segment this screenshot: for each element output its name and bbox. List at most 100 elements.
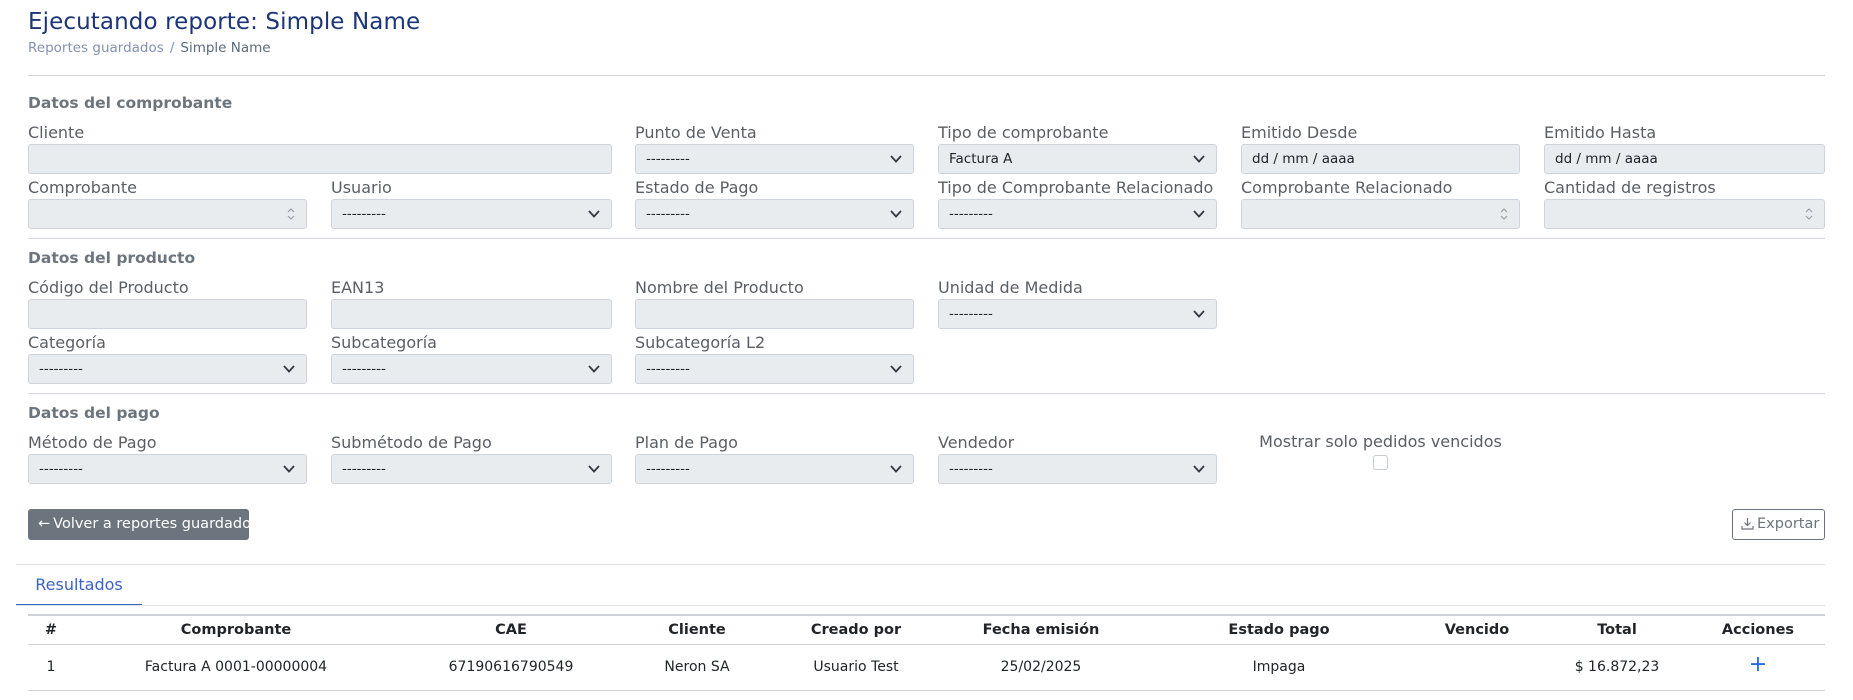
field-subcategoria: Subcategoría --------- (331, 332, 612, 384)
emitido-desde-date-input[interactable]: dd / mm / aaaa (1241, 144, 1520, 174)
field-comprobante: Comprobante (28, 177, 307, 229)
comprobante-number-input[interactable] (28, 199, 307, 229)
codigo-producto-input[interactable] (28, 299, 307, 329)
field-label: Cliente (28, 123, 85, 142)
breadcrumb: Reportes guardados / Simple Name (28, 40, 271, 56)
chevron-down-icon (1193, 210, 1205, 218)
field-label: Estado de Pago (635, 178, 759, 197)
breadcrumb-separator: / (169, 40, 175, 56)
field-usuario: Usuario --------- (331, 177, 612, 229)
exportar-button[interactable]: Exportar (1732, 509, 1825, 540)
field-codigo-producto: Código del Producto (28, 277, 307, 329)
spinner-arrows-icon (1805, 208, 1813, 220)
divider (16, 605, 1825, 606)
page-title: Ejecutando reporte: Simple Name (28, 9, 421, 35)
subcategoria-select[interactable]: --------- (331, 354, 612, 384)
chevron-down-icon (890, 465, 902, 473)
estado-pago-select[interactable]: --------- (635, 199, 914, 229)
field-ean13: EAN13 (331, 277, 612, 329)
field-cantidad-registros: Cantidad de registros (1544, 177, 1825, 229)
field-label: Submétodo de Pago (331, 433, 492, 452)
field-label: Categoría (28, 333, 106, 352)
chevron-down-icon (1193, 155, 1205, 163)
field-estado-pago: Estado de Pago --------- (635, 177, 914, 229)
chevron-down-icon (890, 210, 902, 218)
field-cliente: Cliente (28, 122, 612, 174)
field-subcategoria-l2: Subcategoría L2 --------- (635, 332, 914, 384)
field-label: Tipo de Comprobante Relacionado (938, 178, 1214, 197)
tab-resultados[interactable]: Resultados (16, 565, 142, 606)
field-nombre-producto: Nombre del Producto (635, 277, 914, 329)
field-label: Código del Producto (28, 278, 189, 297)
table-cell: Usuario Test (813, 659, 899, 675)
usuario-select[interactable]: --------- (331, 199, 612, 229)
nombre-producto-input[interactable] (635, 299, 914, 329)
volver-button[interactable]: ← Volver a reportes guardados (28, 509, 259, 540)
table-header-border (28, 644, 1825, 645)
download-icon (1741, 518, 1754, 530)
ean13-input[interactable] (331, 299, 612, 329)
submetodo-pago-select[interactable]: --------- (331, 454, 612, 484)
tipo-comprobante-select[interactable]: Factura A (938, 144, 1217, 174)
field-label: EAN13 (331, 278, 385, 297)
unidad-medida-select[interactable]: --------- (938, 299, 1217, 329)
breadcrumb-link-reportes[interactable]: Reportes guardados (28, 40, 164, 56)
vendedor-select[interactable]: --------- (938, 454, 1217, 484)
punto-venta-select[interactable]: --------- (635, 144, 914, 174)
field-label: Unidad de Medida (938, 278, 1083, 297)
field-mostrar-vencidos: Mostrar solo pedidos vencidos (1241, 432, 1520, 474)
subcategoria-l2-select[interactable]: --------- (635, 354, 914, 384)
field-label: Emitido Desde (1241, 123, 1358, 142)
field-label: Cantidad de registros (1544, 178, 1716, 197)
field-emitido-hasta: Emitido Hasta dd / mm / aaaa (1544, 122, 1825, 174)
spinner-arrows-icon (1500, 208, 1508, 220)
emitido-hasta-date-input[interactable]: dd / mm / aaaa (1544, 144, 1825, 174)
metodo-pago-select[interactable]: --------- (28, 454, 307, 484)
field-plan-pago: Plan de Pago --------- (635, 432, 914, 484)
field-tipo-comprobante: Tipo de comprobante Factura A (938, 122, 1217, 174)
divider (28, 75, 1825, 76)
field-label: Comprobante Relacionado (1241, 178, 1453, 197)
field-tipo-comprobante-relacionado: Tipo de Comprobante Relacionado --------… (938, 177, 1217, 229)
plan-pago-select[interactable]: --------- (635, 454, 914, 484)
breadcrumb-current: Simple Name (180, 40, 271, 56)
field-submetodo-pago: Submétodo de Pago --------- (331, 432, 612, 484)
checkbox-label: Mostrar solo pedidos vencidos (1259, 432, 1502, 451)
chevron-down-icon (588, 465, 600, 473)
cliente-input[interactable] (28, 144, 612, 174)
field-label: Método de Pago (28, 433, 157, 452)
field-label: Usuario (331, 178, 392, 197)
table-cell: 1 (46, 659, 56, 675)
chevron-down-icon (588, 365, 600, 373)
chevron-down-icon (283, 465, 295, 473)
column-header: Estado pago (1228, 622, 1330, 638)
chevron-down-icon (890, 155, 902, 163)
column-header: # (44, 622, 58, 638)
plus-icon[interactable]: + (1749, 654, 1767, 676)
column-header: Total (1597, 622, 1637, 638)
field-label: Comprobante (28, 178, 137, 197)
field-label: Emitido Hasta (1544, 123, 1657, 142)
table-cell: 25/02/2025 (1000, 659, 1082, 675)
mostrar-vencidos-checkbox[interactable] (1373, 455, 1388, 470)
field-metodo-pago: Método de Pago --------- (28, 432, 307, 484)
cantidad-registros-input[interactable] (1544, 199, 1825, 229)
categoria-select[interactable]: --------- (28, 354, 307, 384)
tipo-comprobante-relacionado-select[interactable]: --------- (938, 199, 1217, 229)
chevron-down-icon (588, 210, 600, 218)
chevron-down-icon (1193, 465, 1205, 473)
column-header: Acciones (1721, 622, 1795, 638)
table-cell: Neron SA (664, 659, 730, 675)
divider (28, 393, 1825, 394)
arrow-left-icon: ← (38, 516, 51, 532)
comprobante-relacionado-input[interactable] (1241, 199, 1520, 229)
table-cell: $ 16.872,23 (1574, 659, 1660, 675)
column-header: CAE (495, 622, 527, 638)
chevron-down-icon (1193, 310, 1205, 318)
field-label: Vendedor (938, 433, 1015, 452)
table-cell: Impaga (1252, 659, 1306, 675)
field-vendedor: Vendedor --------- (938, 432, 1217, 484)
table-cell: 67190616790549 (448, 659, 574, 675)
divider (16, 564, 1825, 565)
column-header: Cliente (668, 622, 726, 638)
